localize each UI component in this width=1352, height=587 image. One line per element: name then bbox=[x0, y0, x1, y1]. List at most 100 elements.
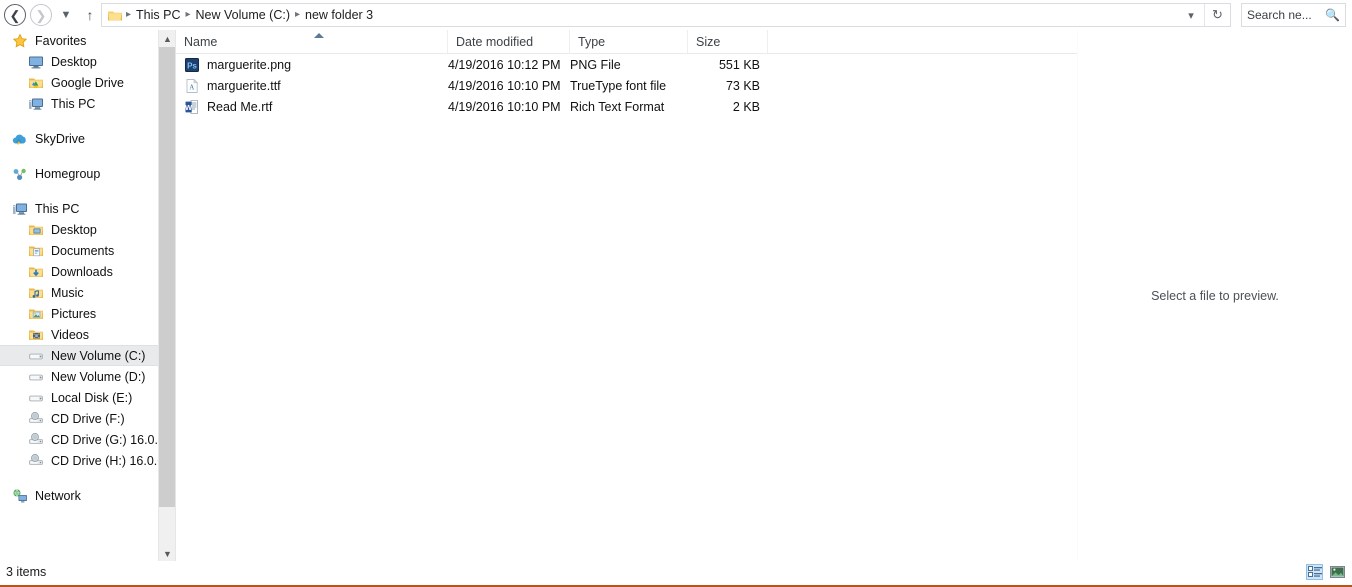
column-headers: Name Date modified Type Size bbox=[176, 30, 1077, 54]
file-name-label: marguerite.png bbox=[207, 57, 292, 72]
breadcrumb-separator: ▸ bbox=[185, 9, 191, 20]
view-mode-buttons bbox=[1306, 562, 1346, 582]
sidebar-item-local-disk-e-[interactable]: Local Disk (E:) bbox=[0, 387, 158, 408]
sidebar-item-label: Documents bbox=[51, 243, 115, 258]
sidebar-item-this-pc[interactable]: This PC bbox=[0, 198, 158, 219]
sidebar-item-label: CD Drive (F:) bbox=[51, 411, 125, 426]
sidebar-item-documents[interactable]: Documents bbox=[0, 240, 158, 261]
chevron-down-icon: ▼ bbox=[163, 548, 172, 559]
refresh-button[interactable]: ↻ bbox=[1204, 4, 1230, 26]
breadcrumb-separator: ▸ bbox=[295, 9, 301, 20]
hard-drive-icon bbox=[28, 390, 44, 406]
file-rows: Ps marguerite.png 4/19/2016 10:12 PM PNG Fi… bbox=[176, 54, 1077, 117]
navigation-pane: Favorites Desktop Google Drive This PC SkyDr… bbox=[0, 30, 158, 562]
large-icons-view-button[interactable] bbox=[1329, 564, 1346, 580]
file-type-cell: TrueType font file bbox=[570, 78, 667, 93]
refresh-icon: ↻ bbox=[1212, 7, 1223, 22]
sidebar-scrollbar[interactable]: ▲ ▼ bbox=[158, 30, 176, 562]
wordpad-file-icon: W bbox=[184, 99, 200, 115]
address-bar[interactable]: ▸ This PC ▸ New Volume (C:) ▸ new folder… bbox=[101, 3, 1231, 27]
breadcrumb-separator: ▸ bbox=[126, 9, 132, 20]
sidebar-item-desktop[interactable]: Desktop bbox=[0, 51, 158, 72]
sidebar-item-label: Desktop bbox=[51, 222, 97, 237]
chevron-up-icon: ▲ bbox=[163, 33, 172, 44]
breadcrumb-item-this-pc[interactable]: This PC bbox=[132, 4, 184, 26]
table-row[interactable]: Amarguerite.ttf 4/19/2016 10:10 PM TrueTyp… bbox=[176, 75, 1077, 96]
search-input[interactable]: Search ne... bbox=[1247, 8, 1325, 22]
up-arrow-icon: ↑ bbox=[86, 7, 94, 23]
sidebar-item-label: Videos bbox=[51, 327, 89, 342]
sidebar-item-skydrive[interactable]: SkyDrive bbox=[0, 128, 158, 149]
this-pc-icon bbox=[12, 201, 28, 217]
column-header-name[interactable]: Name bbox=[176, 30, 448, 54]
forward-button[interactable]: ❯ bbox=[30, 4, 52, 26]
folder-icon bbox=[107, 7, 123, 23]
hard-drive-icon bbox=[28, 369, 44, 385]
sidebar-item-music[interactable]: Music bbox=[0, 282, 158, 303]
sidebar-item-pictures[interactable]: Pictures bbox=[0, 303, 158, 324]
file-name-cell[interactable]: Ps marguerite.png bbox=[184, 57, 291, 73]
details-view-button[interactable] bbox=[1306, 564, 1323, 580]
file-date-cell: 4/19/2016 10:10 PM bbox=[448, 78, 561, 93]
sidebar-item-videos[interactable]: Videos bbox=[0, 324, 158, 345]
search-box[interactable]: Search ne... 🔍 bbox=[1241, 3, 1346, 27]
file-name-cell[interactable]: W Read Me.rtf bbox=[184, 99, 272, 115]
back-button[interactable]: ❮ bbox=[4, 4, 26, 26]
breadcrumb-item-new-volume-c[interactable]: New Volume (C:) bbox=[192, 4, 294, 26]
file-list-pane: Name Date modified Type Size Ps marguerit… bbox=[176, 30, 1077, 562]
sidebar-item-label: This PC bbox=[51, 96, 96, 111]
recent-locations-button[interactable]: ▼ bbox=[56, 4, 76, 26]
sidebar-item-label: CD Drive (G:) 16.0.676 bbox=[51, 432, 158, 447]
sidebar-item-new-volume-c-[interactable]: New Volume (C:) bbox=[0, 345, 158, 366]
table-row[interactable]: Ps marguerite.png 4/19/2016 10:12 PM PNG Fi… bbox=[176, 54, 1077, 75]
file-size-cell: 73 KB bbox=[725, 78, 760, 93]
table-row[interactable]: W Read Me.rtf 4/19/2016 10:10 PM Rich Text … bbox=[176, 96, 1077, 117]
network-icon bbox=[12, 488, 28, 504]
status-bar: 3 items bbox=[0, 562, 1352, 582]
sidebar-item-new-volume-d-[interactable]: New Volume (D:) bbox=[0, 366, 158, 387]
star-icon bbox=[12, 33, 28, 49]
scroll-up-button[interactable]: ▲ bbox=[159, 30, 176, 47]
chevron-down-icon: ▼ bbox=[60, 8, 72, 21]
sidebar-item-label: SkyDrive bbox=[35, 131, 86, 146]
file-type-cell: PNG File bbox=[570, 57, 621, 72]
address-dropdown-button[interactable]: ▾ bbox=[1178, 4, 1204, 26]
cloud-icon bbox=[12, 131, 28, 147]
scroll-down-button[interactable]: ▼ bbox=[159, 545, 176, 562]
sidebar-item-downloads[interactable]: Downloads bbox=[0, 261, 158, 282]
sidebar-group-spacer bbox=[0, 114, 158, 128]
sidebar-item-label: New Volume (D:) bbox=[51, 369, 146, 384]
sidebar-item-network[interactable]: Network bbox=[0, 485, 158, 506]
sidebar-item-label: Pictures bbox=[51, 306, 97, 321]
sidebar-item-desktop[interactable]: Desktop bbox=[0, 219, 158, 240]
back-arrow-icon: ❮ bbox=[9, 7, 21, 23]
sidebar-item-cd-drive-f-[interactable]: CD Drive (F:) bbox=[0, 408, 158, 429]
column-header-date-modified[interactable]: Date modified bbox=[448, 30, 570, 54]
breadcrumb-item-new-folder-3[interactable]: new folder 3 bbox=[301, 4, 377, 26]
sidebar-item-cd-drive-h-16-0-676[interactable]: CD Drive (H:) 16.0.676 bbox=[0, 450, 158, 471]
scrollbar-thumb[interactable] bbox=[159, 47, 176, 507]
sidebar-item-label: CD Drive (H:) 16.0.676 bbox=[51, 453, 158, 468]
sidebar-item-favorites[interactable]: Favorites bbox=[0, 30, 158, 51]
up-button[interactable]: ↑ bbox=[80, 4, 100, 26]
sidebar-item-cd-drive-g-16-0-676[interactable]: CD Drive (G:) 16.0.676 bbox=[0, 429, 158, 450]
file-name-cell[interactable]: Amarguerite.ttf bbox=[184, 78, 281, 94]
column-header-type[interactable]: Type bbox=[570, 30, 688, 54]
chevron-down-icon: ▾ bbox=[1188, 9, 1194, 22]
sidebar-item-label: Desktop bbox=[51, 54, 97, 69]
sidebar-group-spacer bbox=[0, 184, 158, 198]
sidebar-item-homegroup[interactable]: Homegroup bbox=[0, 163, 158, 184]
sidebar-group-spacer bbox=[0, 149, 158, 163]
hard-drive-icon bbox=[28, 348, 44, 364]
sidebar-item-google-drive[interactable]: Google Drive bbox=[0, 72, 158, 93]
preview-placeholder-text: Select a file to preview. bbox=[1151, 289, 1279, 303]
sidebar-item-label: Google Drive bbox=[51, 75, 124, 90]
documents-folder-icon bbox=[28, 243, 44, 259]
column-header-size[interactable]: Size bbox=[688, 30, 768, 54]
downloads-folder-icon bbox=[28, 264, 44, 280]
cd-drive-icon bbox=[28, 411, 44, 427]
search-icon: 🔍 bbox=[1325, 8, 1340, 22]
sidebar-item-this-pc[interactable]: This PC bbox=[0, 93, 158, 114]
sidebar-item-label: Favorites bbox=[35, 33, 87, 48]
videos-folder-icon bbox=[28, 327, 44, 343]
